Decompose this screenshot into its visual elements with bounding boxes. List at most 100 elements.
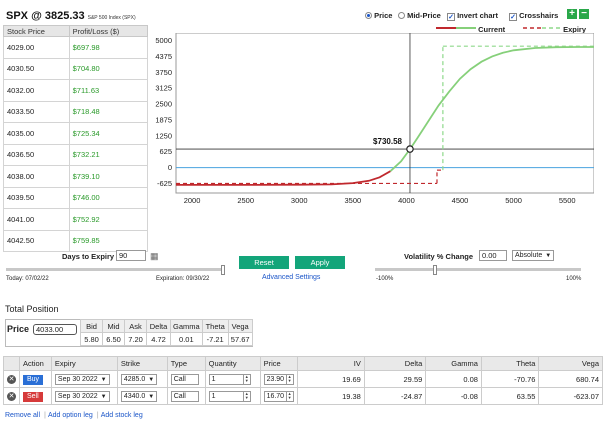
days-slider-track[interactable]	[6, 268, 223, 271]
stepper-arrows-icon[interactable]: ▲ ▼	[242, 391, 250, 401]
type-select[interactable]: Call	[170, 373, 199, 385]
payoff-chart[interactable]: 5000 4375 3750 3125 2500 1875 1250 625 0 -625 2000…	[148, 33, 594, 203]
total-price-label: Price	[7, 324, 30, 334]
greek-value: 7.20	[124, 332, 147, 346]
crosshair-value-label: $730.58	[373, 137, 402, 146]
volatility-input[interactable]: 0.00	[479, 250, 507, 261]
y-tick-label: 625	[159, 147, 172, 156]
price-stepper[interactable]: 16.70 ▲ ▼	[263, 390, 294, 402]
divider: |	[44, 410, 46, 419]
table-row: 4041.00 $752.92	[3, 208, 149, 231]
gamma-cell: -0.08	[425, 387, 482, 405]
y-tick-label: 2500	[155, 100, 172, 109]
checkbox-checked-icon[interactable]: ✓	[447, 13, 455, 21]
strike-select[interactable]: 4340.0 ▼	[120, 390, 158, 402]
calendar-icon[interactable]: ▦	[150, 251, 159, 262]
cell-price: 4032.00	[3, 79, 70, 102]
strike-value: 4285.0	[123, 375, 146, 383]
remove-cell: ✕	[3, 370, 20, 388]
quantity-stepper[interactable]: 1 ▲ ▼	[208, 373, 251, 385]
expiry-cell: Sep 30 2022 ▼	[50, 387, 118, 405]
radio-icon[interactable]	[398, 12, 405, 19]
table-row: 4033.50 $718.48	[3, 100, 149, 123]
y-tick-label: 0	[168, 163, 172, 172]
iv-cell: 19.69	[296, 370, 365, 388]
expiry-select[interactable]: Sep 30 2022 ▼	[54, 373, 110, 385]
option-legs-table: Action Expiry Strike Type Quantity Price…	[3, 356, 603, 405]
type-select[interactable]: Call	[170, 390, 199, 402]
total-position-title: Total Position	[5, 304, 59, 314]
volatility-slider-handle[interactable]	[432, 265, 437, 275]
plot-area[interactable]	[175, 33, 594, 194]
legend-current-swatch	[436, 27, 476, 29]
volatility-label: Volatility % Change	[404, 252, 474, 261]
type-cell: Call	[166, 387, 206, 405]
cell-pl: $718.48	[68, 100, 149, 123]
close-icon[interactable]: ✕	[7, 392, 16, 401]
volatility-max-label: 100%	[566, 276, 582, 282]
crosshair-marker[interactable]	[406, 145, 414, 153]
apply-button[interactable]: Apply	[295, 256, 345, 269]
crosshairs-checkbox[interactable]: ✓ Crosshairs	[509, 11, 558, 21]
stepper-arrows-icon[interactable]: ▲ ▼	[285, 374, 293, 384]
total-price-input[interactable]: 4033.00	[33, 324, 77, 335]
cell-pl: $759.85	[68, 229, 149, 252]
strike-select[interactable]: 4285.0 ▼	[120, 373, 158, 385]
cell-price: 4035.00	[3, 122, 70, 145]
cell-pl: $739.10	[68, 165, 149, 188]
expiry-select[interactable]: Sep 30 2022 ▼	[54, 390, 110, 402]
price-stepper[interactable]: 23.90 ▲ ▼	[263, 373, 294, 385]
cell-pl: $732.21	[68, 143, 149, 166]
y-tick-label: 3750	[155, 68, 172, 77]
y-tick-label: 1875	[155, 115, 172, 124]
advanced-settings-link[interactable]: Advanced Settings	[262, 274, 320, 281]
col-header: IV	[296, 356, 365, 371]
x-tick-label: 2000	[184, 196, 201, 203]
quantity-stepper[interactable]: 1 ▲ ▼	[208, 390, 251, 402]
quantity-value: 1	[211, 375, 216, 383]
radio-selected-icon[interactable]	[365, 12, 372, 19]
col-header: Expiry	[50, 356, 118, 371]
y-tick-label: 3125	[155, 84, 172, 93]
col-header: Type	[166, 356, 206, 371]
volatility-slider-track[interactable]	[375, 268, 581, 271]
price-radio[interactable]: Price	[365, 11, 392, 20]
volatility-mode-select[interactable]: Absolute ▼	[512, 250, 555, 261]
quantity-value: 1	[211, 392, 216, 400]
volatility-min-label: -100%	[376, 276, 394, 282]
buy-toggle[interactable]: Buy	[23, 374, 44, 385]
delta-cell: -24.87	[363, 387, 427, 405]
strike-cell: 4340.0 ▼	[116, 387, 168, 405]
greek-value: -7.21	[201, 332, 229, 346]
quantity-cell: 1 ▲ ▼	[204, 387, 261, 405]
remove-all-link[interactable]: Remove all	[5, 412, 40, 419]
add-stock-leg-link[interactable]: Add stock leg	[101, 412, 143, 419]
greeks-table: Bid Mid Ask Delta Gamma Theta Vega 5.80 …	[80, 319, 253, 346]
reset-button[interactable]: Reset	[239, 256, 289, 269]
greek-value: 57.67	[227, 332, 253, 346]
days-to-expiry-input[interactable]: 90	[116, 250, 146, 261]
stepper-arrows-icon[interactable]: ▲ ▼	[242, 374, 250, 384]
table-row: 4035.00 $725.34	[3, 122, 149, 145]
gamma-cell: 0.08	[425, 370, 482, 388]
days-to-expiry-label: Days to Expiry	[62, 252, 115, 261]
greek-value: 5.80	[80, 332, 103, 346]
greek-header: Ask	[124, 319, 147, 333]
close-icon[interactable]: ✕	[7, 375, 16, 384]
zoom-out-button[interactable]: −	[579, 9, 589, 19]
y-tick-label: 4375	[155, 52, 172, 61]
divider: |	[96, 410, 99, 419]
zoom-in-button[interactable]: +	[567, 9, 577, 19]
add-option-leg-link[interactable]: Add option leg	[48, 412, 93, 419]
mid-price-radio[interactable]: Mid-Price	[398, 11, 441, 20]
chevron-down-icon: ▼	[148, 376, 155, 383]
checkbox-checked-icon[interactable]: ✓	[509, 13, 517, 21]
action-cell: Sell	[19, 387, 52, 405]
col-header: Delta	[363, 356, 427, 371]
sell-toggle[interactable]: Sell	[23, 391, 43, 402]
x-tick-label: 4500	[452, 196, 469, 203]
stepper-arrows-icon[interactable]: ▲ ▼	[285, 391, 293, 401]
table-row: 4039.50 $746.00	[3, 186, 149, 209]
invert-chart-checkbox[interactable]: ✓ Invert chart	[447, 11, 498, 21]
days-slider-handle[interactable]	[221, 265, 225, 275]
